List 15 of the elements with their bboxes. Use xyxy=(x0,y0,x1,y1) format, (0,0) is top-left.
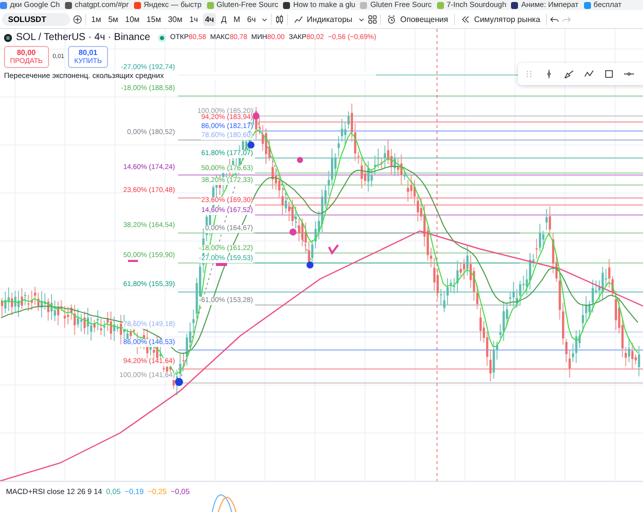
interval-button[interactable]: 5м xyxy=(106,12,120,26)
symbol-title: SOL / TetherUS · 4ч · Binance xyxy=(16,32,150,43)
interval-button[interactable]: 1м xyxy=(89,12,104,26)
interval-button[interactable]: 6ч xyxy=(245,12,258,26)
replay-button[interactable]: Симулятор рынка xyxy=(458,14,544,24)
interval-button[interactable]: Д xyxy=(219,12,228,26)
indicators-button[interactable]: Индикаторы xyxy=(290,14,356,24)
interval-button[interactable]: 30м xyxy=(166,12,184,26)
interval-button[interactable]: 10м xyxy=(123,12,142,26)
interval-button[interactable]: 4ч xyxy=(202,12,216,26)
symbol-search-field[interactable]: SOLUSDT xyxy=(2,12,70,26)
interval-button[interactable]: 15м xyxy=(144,12,163,26)
interval-button[interactable]: М xyxy=(232,12,242,26)
interval-button[interactable]: 1ч xyxy=(187,12,200,26)
alerts-button[interactable]: Оповещения xyxy=(384,14,452,24)
